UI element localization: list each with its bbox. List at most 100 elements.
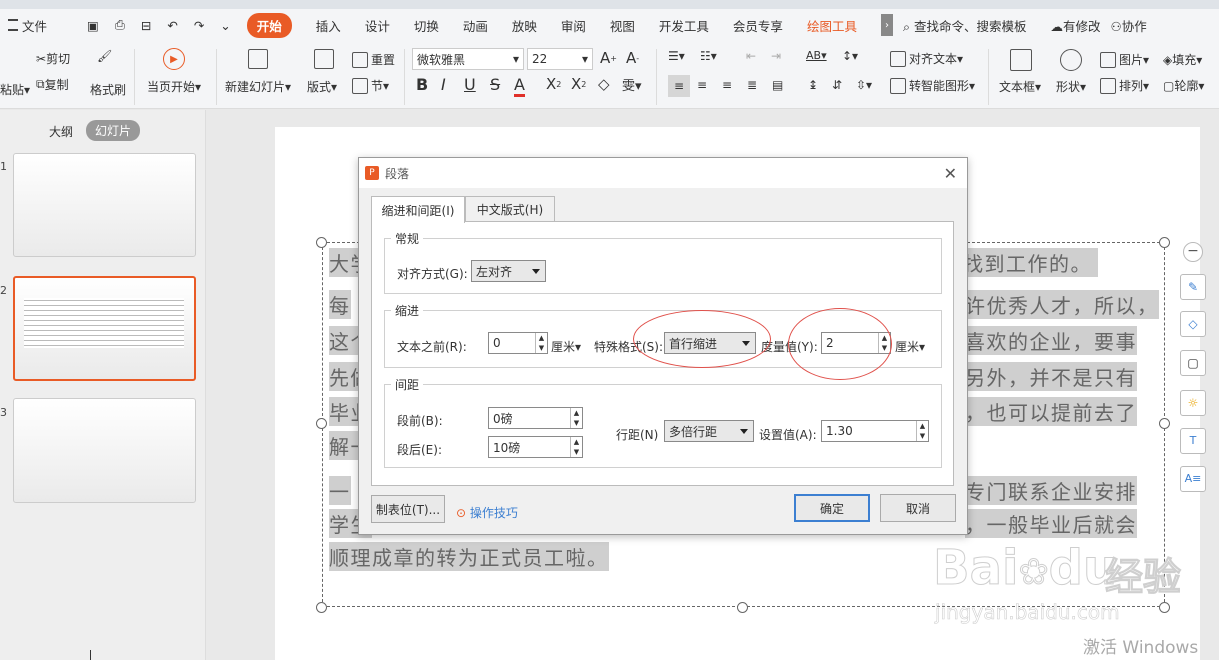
superscript-icon[interactable]: X2	[546, 75, 561, 93]
align-center-icon[interactable]: ≡	[697, 78, 707, 92]
new-slide-button[interactable]: 新建幻灯片 ▾	[225, 78, 291, 95]
tab-design[interactable]: 设计	[365, 16, 390, 35]
undo-icon[interactable]: ↶	[167, 18, 177, 33]
tab-drawing-tools[interactable]: 绘图工具	[807, 16, 857, 35]
justify-icon[interactable]: ≣	[747, 78, 757, 92]
font-size-select[interactable]: 22 ▾	[527, 48, 593, 70]
hamburger-icon[interactable]	[8, 19, 18, 31]
redo-icon[interactable]: ↷	[194, 18, 204, 33]
cut-button[interactable]: ✂ 剪切	[36, 50, 70, 67]
italic-icon[interactable]: I	[441, 75, 446, 94]
shrink-font-icon[interactable]: A-	[626, 49, 639, 67]
has-changes-button[interactable]: ☁有修改	[1050, 16, 1100, 35]
text-direction-icon[interactable]: AB▾	[806, 49, 827, 62]
reset-button[interactable]: 重置	[352, 51, 395, 68]
line-spacing-select[interactable]: 多倍行距	[664, 420, 754, 442]
text-transform-icon[interactable]: T	[1180, 428, 1206, 454]
align-left-icon[interactable]: ≡	[668, 75, 690, 97]
grow-font-icon[interactable]: A +	[600, 49, 617, 67]
play-from-current-button[interactable]: 当页开始 ▾	[147, 78, 201, 95]
before-text-input[interactable]: 0 ▲ ▼	[488, 332, 548, 354]
file-menu[interactable]: 文件	[22, 16, 47, 35]
font-color-icon[interactable]: A	[514, 75, 525, 97]
decrease-indent-icon[interactable]: ⇤	[746, 49, 756, 63]
line-spacing-icon[interactable]: ↨	[808, 78, 818, 92]
picture-button[interactable]: 图片 ▾	[1100, 51, 1149, 68]
layout-button[interactable]: 版式 ▾	[307, 78, 337, 95]
measure-unit[interactable]: 厘米▾	[895, 338, 925, 355]
arrange-button[interactable]: 排列 ▾	[1100, 77, 1149, 94]
customize-icon[interactable]: ⌄	[220, 18, 230, 33]
space-before-input[interactable]: 0磅 ▲ ▼	[488, 407, 583, 429]
format-painter-button[interactable]: 格式刷	[90, 81, 126, 98]
tab-insert[interactable]: 插入	[316, 16, 341, 35]
slide-thumbnail-2[interactable]	[13, 276, 196, 381]
shape-button[interactable]: 形状 ▾	[1056, 78, 1086, 95]
section-button[interactable]: 节 ▾	[352, 77, 389, 94]
setting-value-input[interactable]: 1.30 ▲ ▼	[821, 420, 929, 442]
tab-indent-spacing[interactable]: 缩进和间距(I)	[371, 196, 465, 223]
textbox-button[interactable]: 文本框 ▾	[999, 78, 1041, 95]
tab-stops-button[interactable]: 制表位(T)...	[371, 495, 445, 523]
resize-handle[interactable]	[1159, 237, 1170, 248]
collab-button[interactable]: ⚇协作	[1110, 16, 1146, 35]
column-icon[interactable]: ⇳▾	[856, 78, 872, 92]
distribute-icon[interactable]: ▤	[772, 78, 783, 92]
phonetic-icon[interactable]: 雯▾	[622, 75, 642, 94]
numbered-list-icon[interactable]: ☷▾	[700, 49, 717, 63]
space-after-input[interactable]: 10磅 ▲ ▼	[488, 436, 583, 458]
preview-icon[interactable]: ⊟	[141, 18, 151, 33]
before-text-unit[interactable]: 厘米▾	[551, 338, 581, 355]
subscript-icon[interactable]: X2	[571, 75, 586, 93]
resize-handle[interactable]	[316, 237, 327, 248]
increase-indent-icon[interactable]: ⇥	[771, 49, 781, 63]
print-icon[interactable]: ⎙	[115, 17, 125, 33]
tips-link[interactable]: ⊙ 操作技巧	[456, 504, 518, 521]
outline-shape-icon[interactable]: ▢	[1180, 350, 1206, 376]
bullet-list-icon[interactable]: ☰▾	[668, 49, 685, 63]
outline-button[interactable]: ▢ 轮廓 ▾	[1163, 77, 1204, 94]
resize-handle[interactable]	[316, 602, 327, 613]
search-box[interactable]: ⌕ 查找命令、搜索模板	[903, 16, 1027, 35]
more-tabs-icon[interactable]: ›	[880, 14, 893, 36]
resize-handle[interactable]	[1159, 418, 1170, 429]
tab-review[interactable]: 审阅	[561, 16, 586, 35]
tab-home[interactable]: 开始	[246, 12, 292, 38]
tab-developer[interactable]: 开发工具	[659, 16, 709, 35]
resize-handle[interactable]	[737, 602, 748, 613]
cancel-button[interactable]: 取消	[880, 494, 956, 522]
alignment-select[interactable]: 左对齐	[471, 260, 546, 282]
slide-thumbnail-3[interactable]	[13, 398, 196, 503]
font-name-select[interactable]: 微软雅黑 ▾	[412, 48, 524, 70]
outline-tab[interactable]: 大纲	[49, 123, 73, 140]
tab-view[interactable]: 视图	[610, 16, 635, 35]
tab-chinese-format[interactable]: 中文版式(H)	[465, 196, 555, 222]
smart-art-button[interactable]: 转智能图形 ▾	[890, 77, 975, 94]
tab-member[interactable]: 会员专享	[733, 16, 783, 35]
eraser-icon[interactable]: ◇	[598, 75, 610, 93]
tab-transition[interactable]: 切换	[414, 16, 439, 35]
paragraph-spacing-icon[interactable]: ⇵	[832, 78, 842, 92]
fill-button[interactable]: ◈ 填充 ▾	[1163, 51, 1202, 68]
strikethrough-icon[interactable]: S	[490, 75, 500, 94]
close-icon[interactable]: ✕	[944, 164, 957, 183]
fill-shape-icon[interactable]: ◇	[1180, 311, 1206, 337]
save-icon[interactable]: ▣	[87, 18, 99, 33]
sort-icon[interactable]: ↕▾	[842, 49, 858, 63]
resize-handle[interactable]	[316, 418, 327, 429]
tab-animation[interactable]: 动画	[463, 16, 488, 35]
slides-tab[interactable]: 幻灯片	[86, 120, 141, 141]
collapse-icon[interactable]: −	[1183, 242, 1203, 262]
text-format-icon[interactable]: A≡	[1180, 466, 1206, 492]
pen-icon[interactable]: ✎	[1180, 274, 1206, 300]
underline-icon[interactable]: U	[464, 75, 476, 94]
align-text-button[interactable]: 对齐文本 ▾	[890, 50, 963, 67]
lightbulb-icon[interactable]: ☼	[1180, 390, 1206, 416]
paste-button[interactable]: 粘贴 ▾	[0, 81, 30, 98]
tab-slideshow[interactable]: 放映	[512, 16, 537, 35]
bold-icon[interactable]: B	[416, 75, 428, 94]
slide-thumbnail-1[interactable]	[13, 153, 196, 257]
ok-button[interactable]: 确定	[794, 494, 870, 522]
align-right-icon[interactable]: ≡	[722, 78, 732, 92]
copy-button[interactable]: ⧉ 复制	[36, 76, 69, 93]
